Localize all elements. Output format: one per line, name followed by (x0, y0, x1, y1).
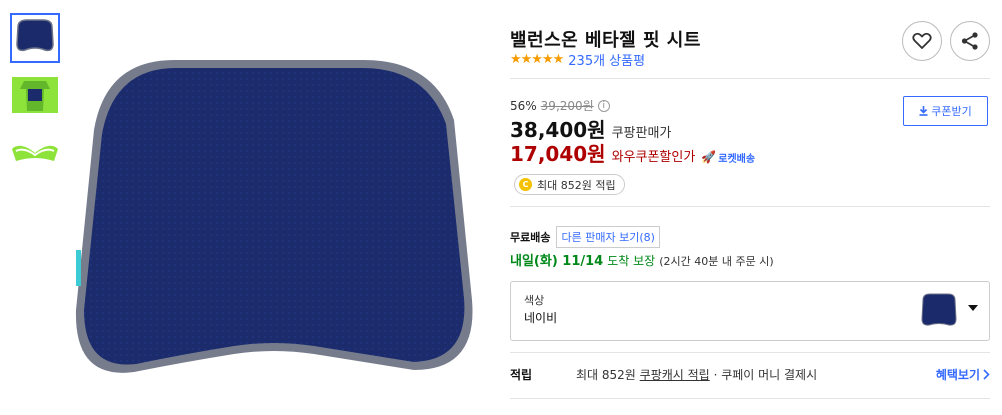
thumbnail-1-image (16, 19, 54, 52)
coupang-cash-link[interactable]: 쿠팡캐시 적립 (640, 366, 710, 383)
wishlist-button[interactable] (902, 21, 942, 61)
view-benefits-link[interactable]: 혜택보기 (936, 366, 990, 383)
delivery-day: 내일(화) 11/14 (510, 254, 604, 269)
option-thumbnail (921, 293, 957, 326)
coupon-price-label: 와우쿠폰할인가 (611, 150, 696, 165)
option-value: 네이비 (524, 311, 558, 325)
coupon-price: 17,040원 (510, 142, 606, 166)
reward-row: 적립 최대 852원 쿠팡캐시 적립 · 쿠페이 머니 결제시 혜택보기 (510, 366, 990, 383)
reward-text-prefix: 최대 852원 (576, 368, 636, 382)
info-icon[interactable]: i (597, 99, 610, 112)
get-coupon-button[interactable]: 쿠폰받기 (903, 96, 988, 126)
color-option-select[interactable]: 색상 네이비 (510, 281, 990, 341)
chevron-right-icon (983, 369, 990, 380)
heart-icon (912, 32, 932, 50)
divider (510, 206, 990, 207)
divider (510, 398, 990, 399)
coupon-price-row: 17,040원 와우쿠폰할인가 🚀 로켓배송 (510, 138, 755, 167)
rating-stars: ★★★★★ (510, 52, 564, 67)
rocket-delivery-label: 로켓배송 (718, 153, 756, 165)
discount-row: 56% 39,200원 i (510, 97, 610, 114)
points-text: 최대 852원 적립 (537, 178, 616, 192)
thumbnail-1[interactable] (10, 13, 60, 63)
thumbnail-3-image (12, 145, 58, 161)
shipping-row: 무료배송 다른 판매자 보기(8) (510, 226, 660, 248)
coin-icon: C (519, 178, 532, 191)
rocket-icon: 🚀 (701, 150, 717, 164)
divider (510, 352, 990, 353)
view-benefits-label: 혜택보기 (935, 368, 980, 382)
thumbnail-2[interactable] (10, 70, 60, 120)
caret-down-icon (968, 305, 978, 311)
rating-row: ★★★★★ 235개 상품평 (510, 50, 645, 69)
free-shipping-label: 무료배송 (510, 231, 551, 244)
delivery-note: (2시간 40분 내 주문 시) (659, 255, 774, 268)
original-price: 39,200원 (540, 99, 594, 113)
download-icon (919, 106, 928, 116)
delivery-guarantee: 도착 보장 (607, 254, 656, 268)
rocket-delivery-badge: 🚀 로켓배송 (701, 150, 755, 165)
discount-rate: 56% (510, 98, 537, 113)
review-count-link[interactable]: 235개 상품평 (568, 50, 645, 69)
divider (510, 78, 990, 79)
share-icon (961, 32, 978, 50)
reward-text-suffix: · 쿠페이 머니 결제시 (713, 368, 818, 382)
product-title: 밸런스온 베타젤 핏 시트 (510, 30, 701, 51)
get-coupon-label: 쿠폰받기 (931, 105, 972, 118)
option-label: 색상 (524, 294, 545, 307)
points-badge: C 최대 852원 적립 (514, 174, 625, 195)
thumbnail-2-image (12, 77, 58, 113)
share-button[interactable] (950, 21, 990, 61)
reward-label: 적립 (510, 368, 533, 382)
product-main-image (75, 60, 473, 373)
delivery-estimate: 내일(화) 11/14 도착 보장 (2시간 40분 내 주문 시) (510, 250, 774, 269)
thumbnail-3[interactable] (10, 126, 60, 176)
other-sellers-button[interactable]: 다른 판매자 보기(8) (556, 226, 660, 248)
